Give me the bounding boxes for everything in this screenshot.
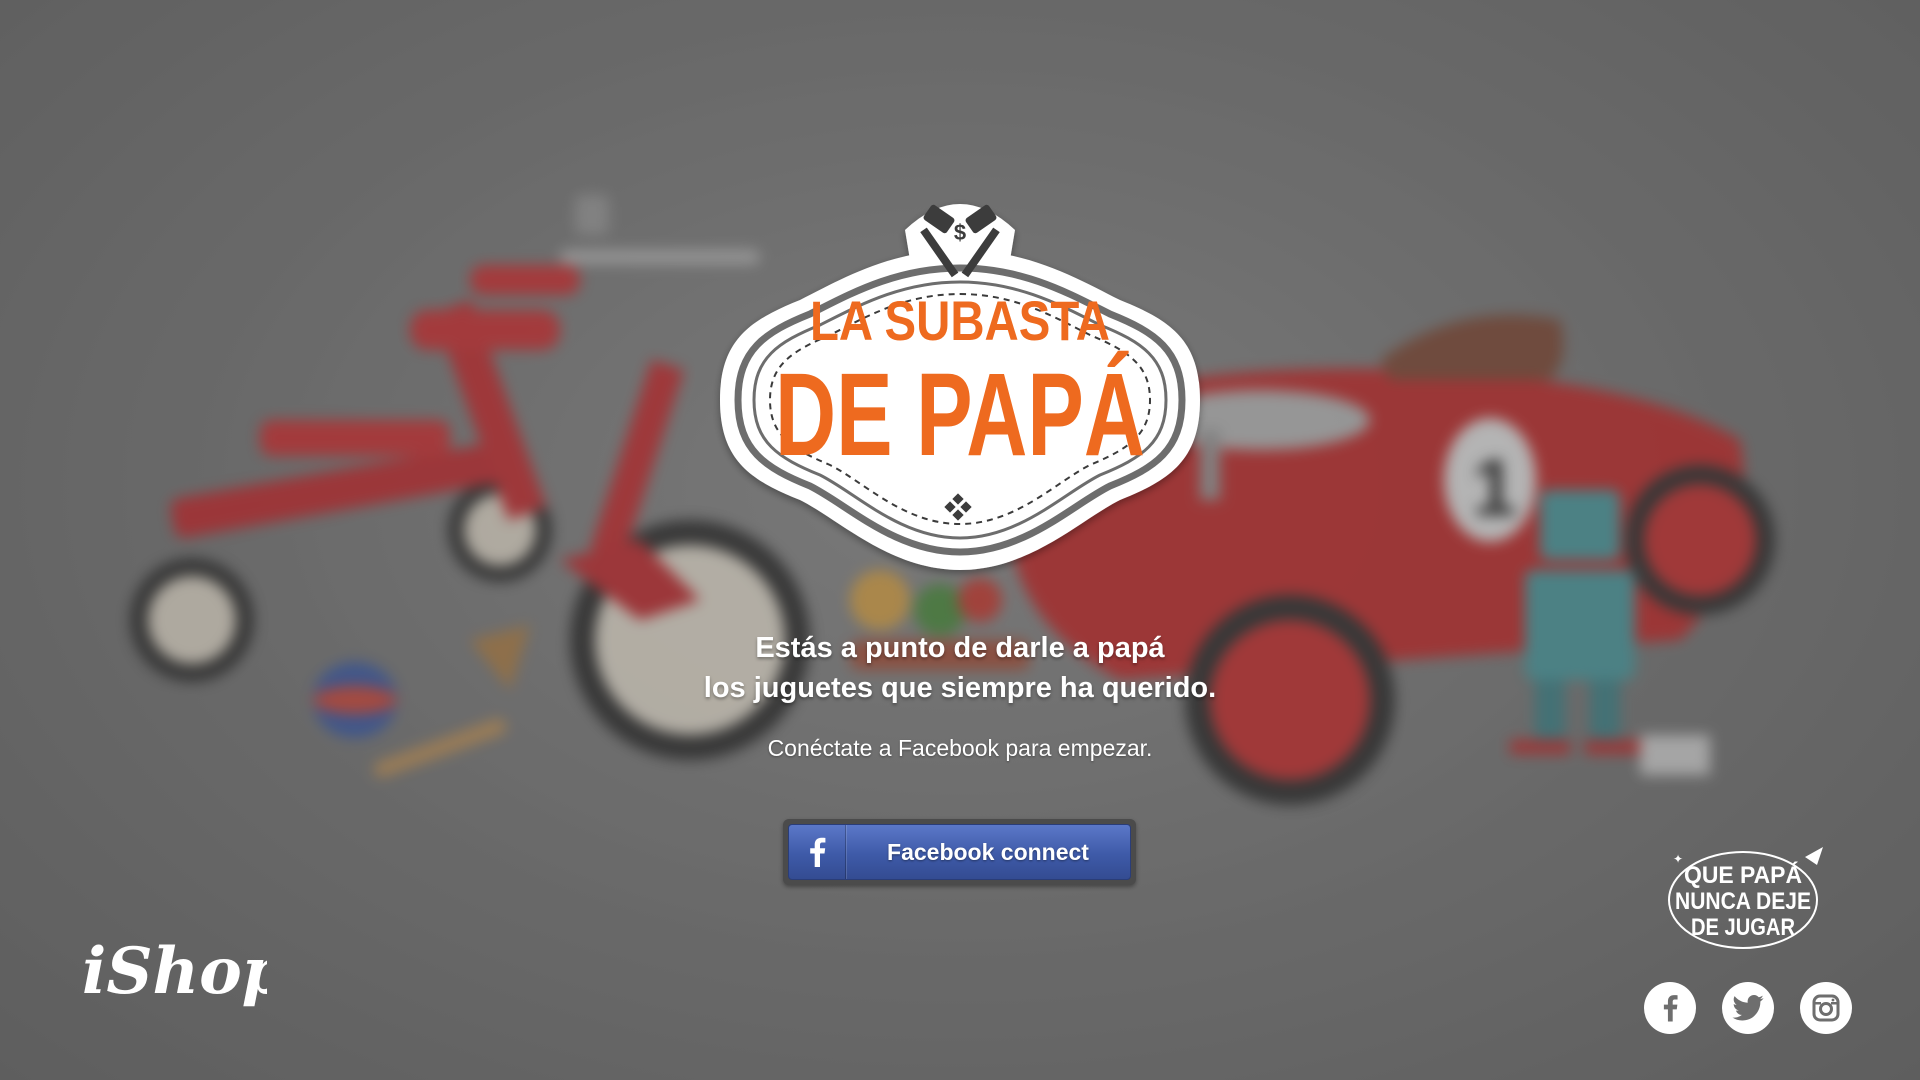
ishop-logo: iShop [82,934,267,1009]
svg-text:NUNCA DEJE: NUNCA DEJE [1675,888,1811,915]
facebook-social-icon[interactable] [1644,982,1696,1034]
logo-title-line2: DE PAPÁ [775,349,1145,481]
subline: Conéctate a Facebook para empezar. [767,735,1153,761]
svg-text:✦: ✦ [1673,852,1683,866]
que-papa-nunca-deje-de-jugar-logo: QUE PAPÁ NUNCA DEJE DE JUGAR ✦ [1668,847,1823,949]
svg-text:DE JUGAR: DE JUGAR [1691,914,1795,941]
headline-line2: los juguetes que siempre ha querido. [703,672,1217,704]
svg-text:QUE PAPÁ: QUE PAPÁ [1684,861,1802,889]
dollar-sign: $ [954,220,966,245]
headline: Estás a punto de darle a papá los juguet… [560,628,1360,708]
facebook-f-icon [789,825,846,879]
logo-title-line1: LA SUBASTA [810,289,1110,352]
la-subasta-de-papa-logo: $ LA SUBASTA DE PAPÁ [720,204,1200,570]
headline-line1: Estás a punto de darle a papá [755,632,1165,664]
facebook-connect-inner: Facebook connect [788,824,1131,880]
twitter-social-icon[interactable] [1722,982,1774,1034]
facebook-connect-button[interactable]: Facebook connect [783,819,1136,885]
svg-text:iShop: iShop [82,934,267,1009]
landing-screen: 1 $ LA SUBASTA DE PAPÁ Estás a punto de … [0,0,1920,1080]
facebook-connect-label: Facebook connect [887,838,1089,865]
instagram-social-icon[interactable] [1800,982,1852,1034]
